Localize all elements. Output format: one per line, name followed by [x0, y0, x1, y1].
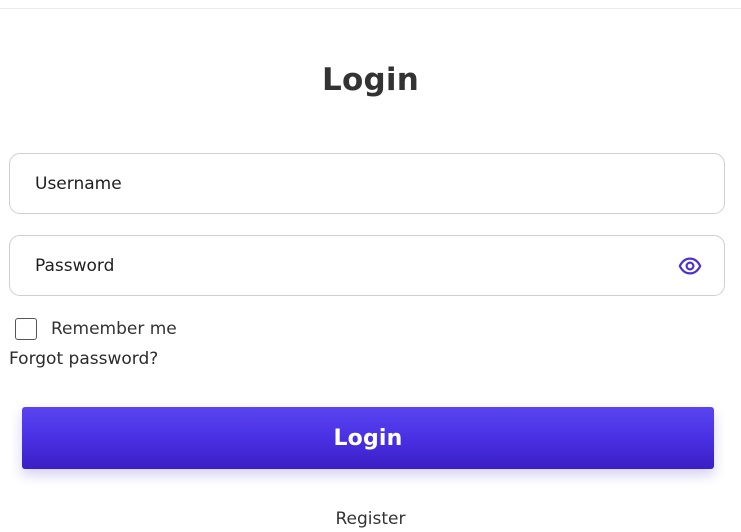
password-input[interactable] [35, 236, 655, 295]
remember-me-row: Remember me [15, 316, 177, 342]
remember-me-checkbox[interactable] [15, 318, 37, 340]
password-field [9, 235, 725, 296]
login-button[interactable]: Login [22, 407, 714, 469]
remember-me-label: Remember me [51, 319, 177, 339]
toggle-password-visibility-button[interactable] [677, 253, 703, 279]
username-input[interactable] [35, 154, 655, 213]
register-link[interactable]: Register [0, 506, 741, 532]
forgot-password-link[interactable]: Forgot password? [9, 347, 158, 371]
username-field [9, 153, 725, 214]
top-divider [0, 8, 741, 9]
eye-icon [678, 257, 702, 275]
page-title: Login [322, 62, 419, 98]
